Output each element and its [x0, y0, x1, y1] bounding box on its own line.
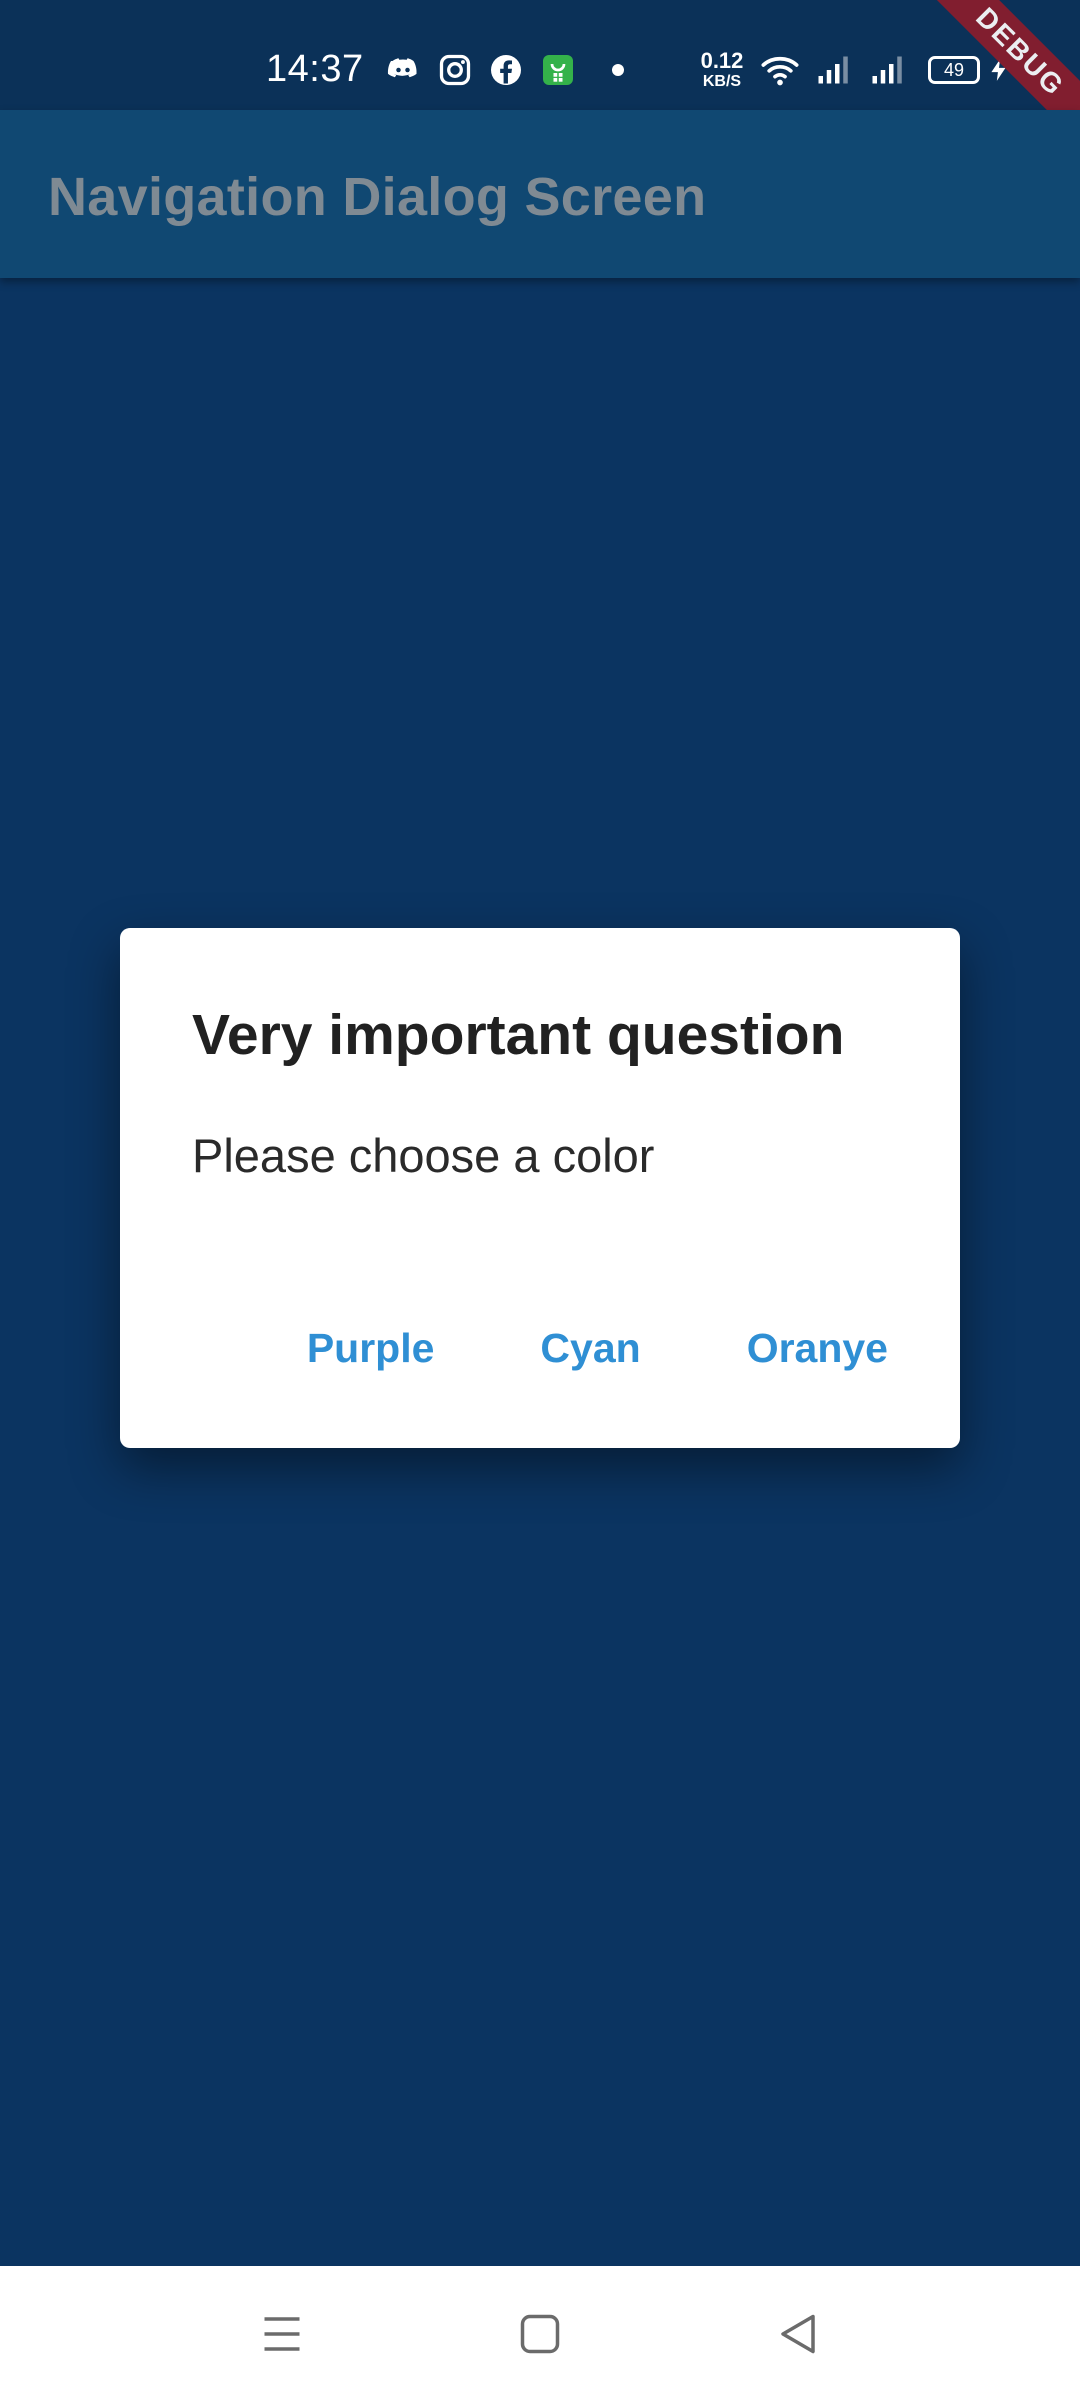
dialog-actions: Purple Cyan Oranye [289, 1313, 906, 1384]
app-bar: Navigation Dialog Screen [0, 110, 1080, 278]
network-speed: 0.12 KB/S [692, 50, 752, 90]
network-speed-value: 0.12 [700, 48, 744, 73]
signal-1-icon [814, 52, 850, 88]
discord-icon [385, 52, 421, 88]
battery-icon: 49 [928, 56, 980, 84]
orange-button[interactable]: Oranye [729, 1313, 906, 1384]
status-time: 14:37 [266, 48, 364, 90]
screen: 14:37 0.12 KB/S 49 DEBUG Navigation Dial… [0, 0, 1080, 2400]
dialog-content: Please choose a color [192, 1129, 655, 1182]
store-app-icon [540, 52, 576, 88]
purple-button[interactable]: Purple [289, 1313, 453, 1384]
page-title: Navigation Dialog Screen [48, 167, 707, 227]
alert-dialog: Very important question Please choose a … [120, 928, 960, 1448]
facebook-icon [488, 52, 524, 88]
instagram-icon [437, 52, 473, 88]
dialog-title: Very important question [192, 1003, 845, 1067]
home-icon[interactable] [510, 2304, 570, 2364]
dot-icon [600, 52, 636, 88]
back-icon[interactable] [768, 2304, 828, 2364]
system-nav-bar [0, 2266, 1080, 2400]
menu-icon[interactable] [252, 2304, 312, 2364]
status-bar: 14:37 0.12 KB/S 49 DEBUG [0, 0, 1080, 174]
cyan-button[interactable]: Cyan [522, 1313, 658, 1384]
wifi-icon [760, 50, 800, 90]
signal-2-icon [868, 52, 904, 88]
battery-level: 49 [943, 60, 965, 80]
network-speed-unit: KB/S [702, 73, 742, 90]
